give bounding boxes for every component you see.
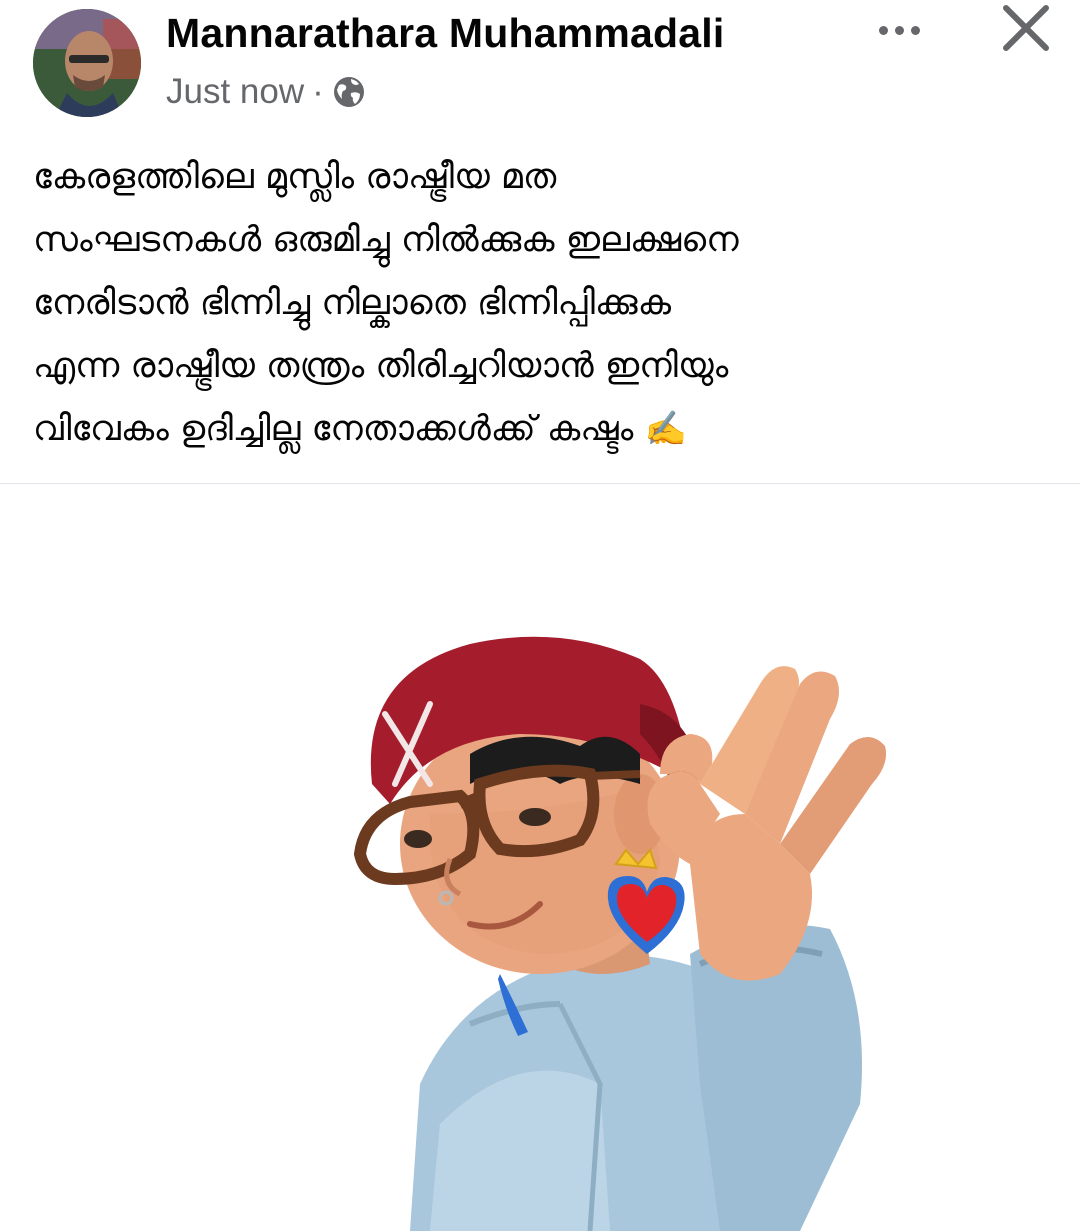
more-dot — [894, 25, 904, 35]
author-avatar[interactable] — [33, 9, 141, 117]
post-text: കേരളത്തിലെ മുസ്ലിം രാഷ്ട്രീയ മത സംഘടനകൾ … — [33, 146, 1043, 461]
post-meta: Just now · — [166, 70, 366, 114]
post-header: Mannarathara Muhammadali Just now · — [0, 0, 1080, 120]
post-text-line: വിവേകം ഉദിച്ചില്ല നേതാക്കൾക്ക് കഷ്ടം — [33, 409, 634, 449]
avatar-illustration — [353, 636, 887, 1231]
meta-separator: · — [312, 72, 324, 111]
post-image[interactable] — [0, 484, 1080, 1231]
post-text-line: എന്ന രാഷ്ട്രീയ തന്ത്രം തിരിച്ചറിയാൻ ഇനിയ… — [33, 346, 729, 386]
close-button[interactable] — [996, 0, 1058, 58]
more-dot — [910, 25, 920, 35]
more-options-button[interactable] — [866, 10, 932, 50]
post-timestamp[interactable]: Just now — [166, 72, 304, 112]
author-name[interactable]: Mannarathara Muhammadali — [166, 10, 724, 57]
more-dots-icon — [878, 25, 888, 35]
post-text-line: സംഘടനകൾ ഒരുമിച്ചു നിൽക്കുക ഇലക്ഷനെ — [33, 220, 739, 260]
avatar-photo — [33, 9, 141, 117]
close-icon — [1003, 5, 1049, 51]
post-text-line: നേരിടാൻ ഭിന്നിച്ചു നില്കാതെ ഭിന്നിപ്പിക്… — [33, 283, 672, 323]
globe-icon[interactable] — [332, 75, 366, 109]
writing-hand-emoji: ✍️ — [644, 409, 687, 449]
post-text-line: കേരളത്തിലെ മുസ്ലിം രാഷ്ട്രീയ മത — [33, 157, 557, 197]
